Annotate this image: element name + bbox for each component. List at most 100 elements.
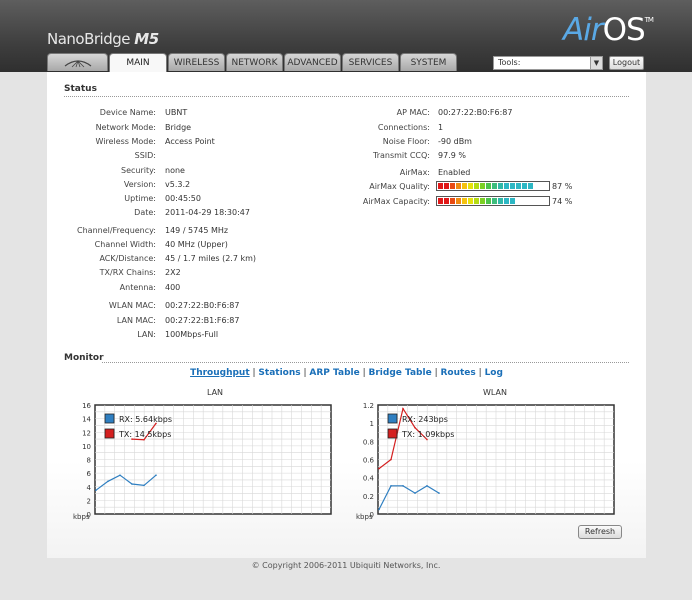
status-label: Uptime: <box>124 194 156 203</box>
tab-ubnt-logo[interactable] <box>47 53 108 71</box>
data-point <box>414 426 416 429</box>
y-tick-label: 0.6 <box>363 457 375 465</box>
lan-throughput-chart: 1614121086420kbpsRX: 5.64kbpsTX: 14.5kbp… <box>73 402 332 521</box>
status-label: Security: <box>121 166 156 175</box>
lan-chart-title: LAN <box>206 388 224 397</box>
legend-swatch <box>104 428 115 439</box>
level-segment <box>456 198 461 204</box>
level-segment <box>504 198 509 204</box>
legend-label: RX: 243bps <box>402 415 448 424</box>
link-stations[interactable]: Stations <box>258 368 300 378</box>
y-tick-label: 16 <box>82 402 91 410</box>
level-segment <box>504 183 509 189</box>
legend-swatch <box>387 428 398 439</box>
level-segment <box>462 198 467 204</box>
y-tick-label: 10 <box>82 443 91 451</box>
y-tick-label: 4 <box>87 484 92 492</box>
status-value: 00:45:50 <box>165 194 201 203</box>
chevron-down-icon[interactable]: ▼ <box>590 57 602 69</box>
data-point <box>119 474 121 476</box>
link-throughput[interactable]: Throughput <box>190 368 250 378</box>
status-label: WLAN MAC: <box>108 301 156 310</box>
tab-services[interactable]: SERVICES <box>342 53 399 71</box>
y-tick-label: 14 <box>82 416 91 424</box>
level-segment <box>492 198 497 204</box>
status-label: Device Name: <box>99 108 156 117</box>
status-divider <box>64 96 629 97</box>
tab-bar: MAIN WIRELESS NETWORK ADVANCED SERVICES … <box>47 53 458 72</box>
level-segment <box>510 183 515 189</box>
status-value: 400 <box>165 283 181 292</box>
y-tick-label: 1.2 <box>363 402 374 410</box>
y-tick-label: 8 <box>87 457 91 465</box>
brand-model: M5 <box>134 30 159 48</box>
monitor-section-title: Monitor <box>64 353 104 363</box>
y-tick-label: 0.4 <box>363 475 375 483</box>
level-segment <box>480 183 485 189</box>
status-label: AirMax Capacity: <box>362 197 430 206</box>
link-bridge-table[interactable]: Bridge Table <box>369 368 432 378</box>
status-label: LAN: <box>137 330 156 339</box>
status-value: 149 / 5745 MHz <box>165 226 229 235</box>
brand-name: NanoBridge <box>47 30 131 48</box>
status-label: LAN MAC: <box>116 316 156 325</box>
status-value: 00:27:22:B0:F6:87 <box>165 301 240 310</box>
level-segment <box>450 198 455 204</box>
legend-swatch <box>104 413 115 424</box>
tab-advanced[interactable]: ADVANCED <box>284 53 341 71</box>
level-segment <box>462 183 467 189</box>
data-point <box>143 438 145 441</box>
tools-select[interactable]: Tools: ▼ <box>493 56 603 70</box>
level-segment <box>528 183 533 189</box>
link-routes[interactable]: Routes <box>440 368 475 378</box>
link-arp-table[interactable]: ARP Table <box>309 368 359 378</box>
data-point <box>95 489 97 491</box>
y-axis-label: kbps <box>356 513 373 521</box>
logout-button[interactable]: Logout <box>609 56 644 70</box>
tools-select-value: Tools: <box>498 58 521 67</box>
airmax-quality-bar <box>436 181 550 191</box>
status-value: -90 dBm <box>438 137 472 146</box>
airmax-quality-value: 87 % <box>552 182 573 191</box>
status-value: 45 / 1.7 miles (2.7 km) <box>165 254 257 263</box>
airos-logo-tm: TM <box>644 16 654 24</box>
legend-swatch <box>387 413 398 424</box>
status-label: ACK/Distance: <box>99 254 156 263</box>
status-value: 00:27:22:B1:F6:87 <box>165 316 240 325</box>
y-axis-label: kbps <box>73 513 90 521</box>
y-tick-label: 0.8 <box>363 438 374 446</box>
main-panel: Status Device Name: UBNT Network Mode: Brid… <box>47 72 646 558</box>
status-label: AirMax: <box>399 168 430 177</box>
y-tick-label: 12 <box>82 429 91 437</box>
status-value: Access Point <box>165 137 215 146</box>
tab-network[interactable]: NETWORK <box>226 53 283 71</box>
status-label: Network Mode: <box>95 123 156 132</box>
level-segment <box>492 183 497 189</box>
status-value: Enabled <box>438 168 471 177</box>
data-point <box>438 492 440 494</box>
status-value: 1 <box>438 123 444 132</box>
status-label: Connections: <box>377 123 430 132</box>
status-value: 2X2 <box>165 268 181 277</box>
footer-copyright: © Copyright 2006-2011 Ubiquiti Networks,… <box>251 561 441 570</box>
tab-system[interactable]: SYSTEM <box>400 53 457 71</box>
status-label: Date: <box>134 208 156 217</box>
airos-logo-air: Air <box>563 12 604 48</box>
level-segment <box>450 183 455 189</box>
link-log[interactable]: Log <box>485 368 503 378</box>
status-value: v5.3.2 <box>165 180 191 189</box>
tab-wireless[interactable]: WIRELESS <box>168 53 225 71</box>
tab-main[interactable]: MAIN <box>109 53 167 72</box>
status-label: Transmit CCQ: <box>373 151 430 160</box>
level-segment <box>498 198 503 204</box>
status-value: 00:27:22:B0:F6:87 <box>438 108 513 117</box>
y-tick-label: 0.2 <box>363 493 374 501</box>
refresh-button[interactable]: Refresh <box>578 525 622 539</box>
airmax-capacity-value: 74 % <box>552 197 573 206</box>
level-segment <box>468 183 473 189</box>
y-tick-label: 6 <box>87 470 92 478</box>
level-segment <box>510 198 515 204</box>
legend-label: TX: 14.5kbps <box>118 430 171 439</box>
status-value: Bridge <box>165 123 192 132</box>
data-point <box>378 508 380 511</box>
